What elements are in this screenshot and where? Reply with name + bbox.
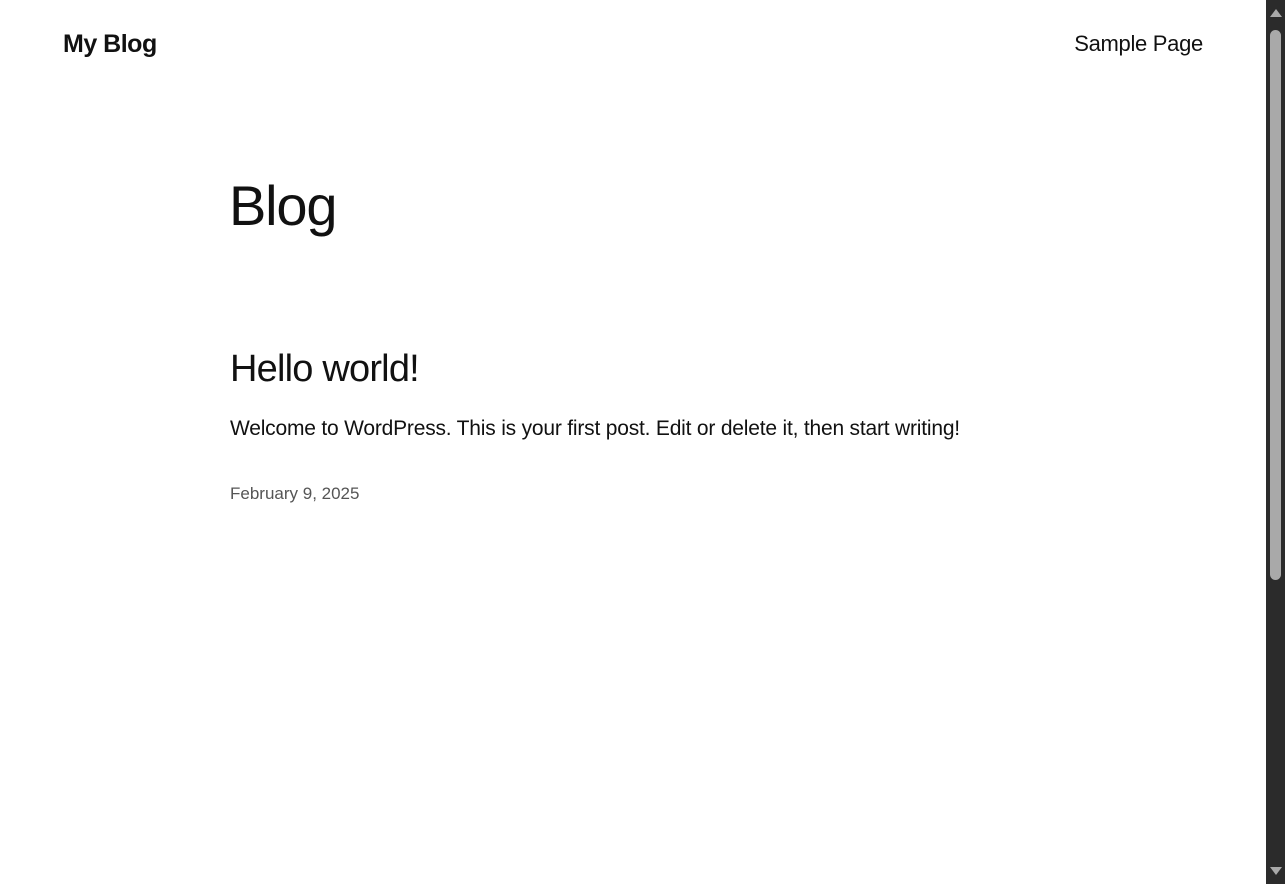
page: My Blog Sample Page Blog Hello world! We… bbox=[0, 0, 1285, 884]
post-excerpt: Welcome to WordPress. This is your first… bbox=[230, 417, 960, 440]
vertical-scrollbar[interactable] bbox=[1266, 0, 1285, 884]
scrollbar-thumb[interactable] bbox=[1270, 30, 1281, 580]
page-title: Blog bbox=[229, 174, 338, 237]
post-title-link[interactable]: Hello world! bbox=[230, 344, 1130, 394]
post-date[interactable]: February 9, 2025 bbox=[230, 482, 1130, 506]
site-title-link[interactable]: My Blog bbox=[63, 28, 157, 60]
scroll-up-arrow-icon[interactable] bbox=[1270, 9, 1282, 17]
scroll-down-arrow-icon[interactable] bbox=[1270, 867, 1282, 875]
nav-link-sample-page[interactable]: Sample Page bbox=[1074, 28, 1203, 60]
post-item: Hello world! Welcome to WordPress. This … bbox=[230, 344, 1130, 506]
